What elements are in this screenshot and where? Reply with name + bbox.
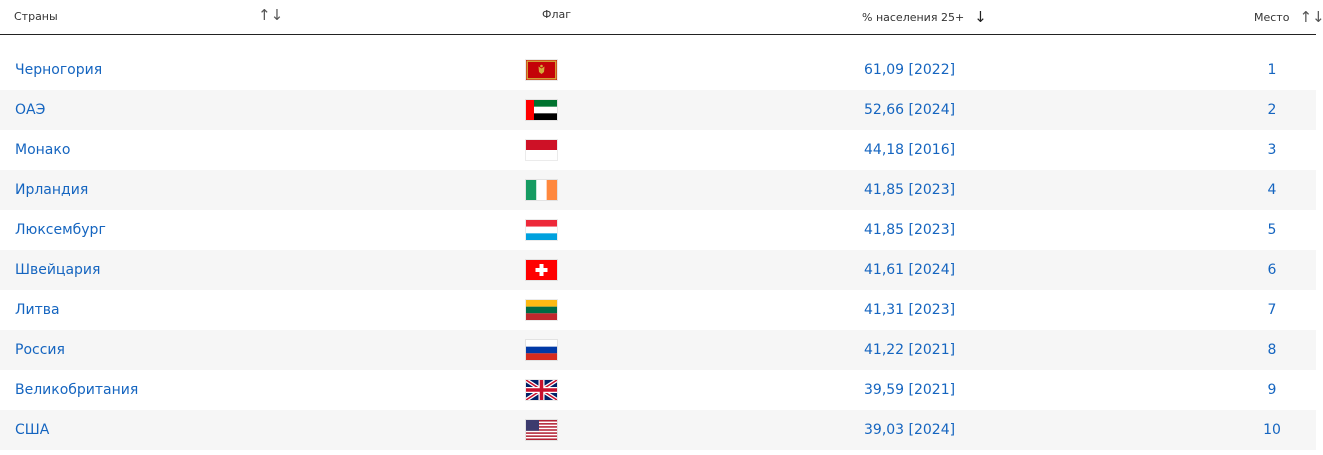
table-row: Люксембург 41,85 [2023] 5: [0, 210, 1316, 250]
column-header-place[interactable]: Место ↑↓: [1254, 10, 1323, 25]
country-link[interactable]: Литва: [15, 290, 60, 330]
table-row: Россия 41,22 [2021] 8: [0, 330, 1316, 370]
column-header-country-label: Страны: [14, 10, 58, 23]
place-value: 6: [1267, 262, 1277, 278]
table-row: Черногория 61,09 [2022] 1: [0, 50, 1316, 90]
place-value: 3: [1267, 142, 1277, 158]
column-header-place-label: Место: [1254, 11, 1290, 24]
place-value: 10: [1263, 422, 1281, 438]
country-link[interactable]: Монако: [15, 130, 70, 170]
percent-value: 52,66 [2024]: [864, 102, 956, 118]
table-row: Швейцария 41,61 [2024] 6: [0, 250, 1316, 290]
column-header-country[interactable]: Страны ↑↓: [14, 8, 283, 24]
percent-value: 39,59 [2021]: [864, 382, 956, 398]
column-header-percent[interactable]: % населения 25+ ↓: [862, 10, 987, 25]
place-value: 4: [1267, 182, 1277, 198]
sort-both-icon[interactable]: ↑↓: [1299, 10, 1323, 25]
percent-value: 41,85 [2023]: [864, 222, 956, 238]
table-header: Страны ↑↓ Флаг % населения 25+ ↓ Место ↑…: [0, 0, 1323, 35]
monaco-flag-icon: [526, 130, 557, 170]
uae-flag-icon: [526, 90, 557, 130]
table-row: Великобритания 39,59 [2021] 9: [0, 370, 1316, 410]
lithuania-flag-icon: [526, 290, 557, 330]
table-row: США 39,03 [2024] 10: [0, 410, 1316, 450]
country-link[interactable]: Люксембург: [15, 210, 106, 250]
place-value: 2: [1267, 102, 1277, 118]
sort-both-icon[interactable]: ↑↓: [258, 8, 283, 23]
table-row: Монако 44,18 [2016] 3: [0, 130, 1316, 170]
country-link[interactable]: Ирландия: [15, 170, 88, 210]
sort-desc-icon[interactable]: ↓: [974, 10, 987, 25]
column-header-flag-label: Флаг: [542, 8, 572, 21]
table-row: Литва 41,31 [2023] 7: [0, 290, 1316, 330]
country-link[interactable]: ОАЭ: [15, 90, 45, 130]
percent-value: 41,31 [2023]: [864, 302, 956, 318]
percent-value: 41,22 [2021]: [864, 342, 956, 358]
country-link[interactable]: Черногория: [15, 50, 102, 90]
percent-value: 44,18 [2016]: [864, 142, 956, 158]
percent-value: 41,61 [2024]: [864, 262, 956, 278]
country-link[interactable]: США: [15, 410, 49, 450]
place-value: 8: [1267, 342, 1277, 358]
table-row: ОАЭ 52,66 [2024] 2: [0, 90, 1316, 130]
percent-value: 41,85 [2023]: [864, 182, 956, 198]
place-value: 7: [1267, 302, 1277, 318]
country-link[interactable]: Швейцария: [15, 250, 100, 290]
luxembourg-flag-icon: [526, 210, 557, 250]
ranking-table: Страны ↑↓ Флаг % населения 25+ ↓ Место ↑…: [0, 0, 1323, 455]
usa-flag-icon: [526, 410, 557, 450]
country-link[interactable]: Великобритания: [15, 370, 138, 410]
russia-flag-icon: [526, 330, 557, 370]
place-value: 9: [1267, 382, 1277, 398]
place-value: 5: [1267, 222, 1277, 238]
percent-value: 39,03 [2024]: [864, 422, 956, 438]
switzerland-flag-icon: [526, 250, 557, 290]
place-value: 1: [1267, 62, 1277, 78]
percent-value: 61,09 [2022]: [864, 62, 956, 78]
montenegro-flag-icon: [526, 50, 557, 90]
column-header-percent-label: % населения 25+: [862, 11, 965, 24]
country-link[interactable]: Россия: [15, 330, 65, 370]
ireland-flag-icon: [526, 170, 557, 210]
uk-flag-icon: [524, 370, 559, 410]
table-row: Ирландия 41,85 [2023] 4: [0, 170, 1316, 210]
table-body: Черногория 61,09 [2022] 1 ОАЭ 52,66 [2024] 2 М…: [0, 50, 1316, 450]
column-header-flag: Флаг: [542, 8, 571, 21]
